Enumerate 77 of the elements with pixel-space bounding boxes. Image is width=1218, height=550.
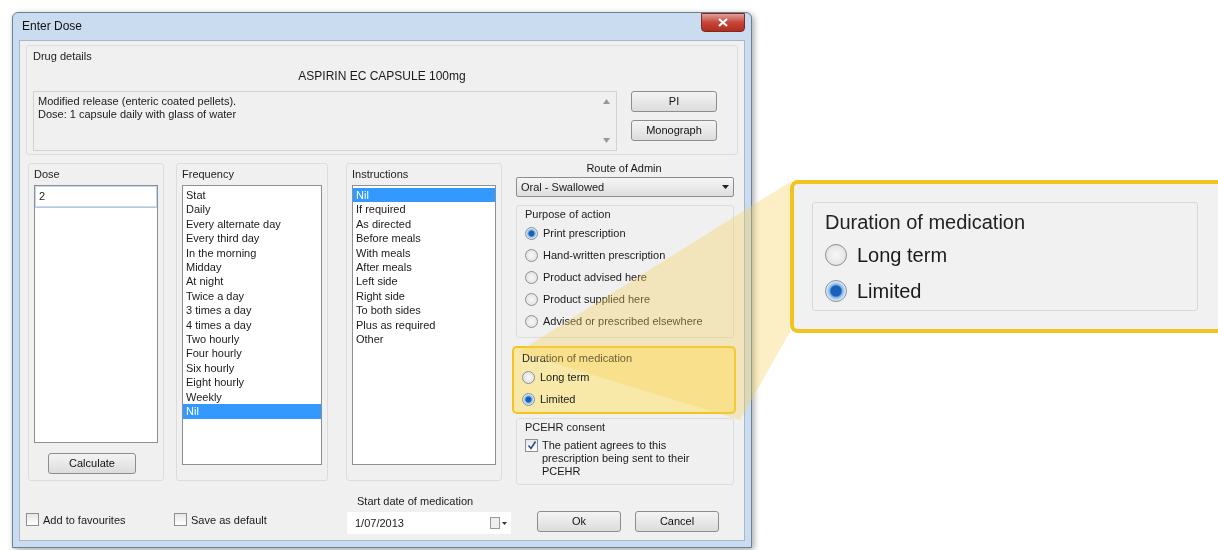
group-title: Frequency xyxy=(182,166,235,182)
list-item[interactable]: Before meals xyxy=(353,231,495,246)
date-field[interactable]: 1/07/2013 xyxy=(347,512,511,534)
field-label: Start date of medication xyxy=(357,493,475,509)
close-icon xyxy=(717,16,729,28)
radio-button[interactable] xyxy=(522,392,535,406)
scroll-up-icon xyxy=(602,99,610,104)
group-title: Dose xyxy=(34,166,61,182)
radio-label: Limited xyxy=(857,279,922,304)
radio-label: Product advised here xyxy=(543,270,647,286)
list-item[interactable]: After meals xyxy=(353,260,495,275)
group-title: Drug details xyxy=(33,48,93,64)
checkbox[interactable] xyxy=(525,438,538,452)
checkbox-label: Save as default xyxy=(191,512,267,528)
list-item[interactable]: As directed xyxy=(353,216,495,232)
group-title: PCEHR consent xyxy=(525,420,607,435)
radio-button[interactable] xyxy=(522,370,535,384)
field-label: Route of Admin xyxy=(585,160,663,176)
radio-label: Long term xyxy=(857,243,948,268)
radio-button[interactable] xyxy=(525,271,538,284)
list-item[interactable]: Weekly xyxy=(183,389,321,405)
list-item[interactable]: If required xyxy=(353,202,495,217)
checkbox-label: Add to favourites xyxy=(43,512,126,528)
radio-label: Advised or prescribed elsewhere xyxy=(543,314,703,330)
radio-button[interactable] xyxy=(525,293,538,306)
list-item[interactable]: To both sides xyxy=(353,303,495,318)
list-item[interactable]: Daily xyxy=(183,202,321,217)
list-item[interactable]: With meals xyxy=(353,245,495,261)
list-item[interactable]: Right side xyxy=(353,288,495,304)
list-item[interactable]: Two hourly xyxy=(183,332,321,347)
list-item[interactable]: Stat xyxy=(183,188,321,203)
calculate-button[interactable]: Calculate xyxy=(48,453,136,474)
list-item[interactable]: Every third day xyxy=(183,231,321,246)
list-item[interactable]: Eight hourly xyxy=(183,375,321,390)
checkbox[interactable] xyxy=(26,513,39,527)
radio-button[interactable] xyxy=(525,227,538,240)
drug-name: ASPIRIN EC CAPSULE 100mg xyxy=(297,68,467,85)
close-button[interactable] xyxy=(701,12,745,32)
calendar-icon xyxy=(490,517,507,529)
dose-field[interactable]: 2 xyxy=(34,185,158,443)
radio-button[interactable] xyxy=(525,315,538,328)
description-line: Dose: 1 capsule daily with glass of water xyxy=(38,108,238,121)
radio-button[interactable] xyxy=(825,244,847,266)
list-item[interactable]: Four hourly xyxy=(183,346,321,361)
group-title: Purpose of action xyxy=(525,207,612,222)
radio-label: Print prescription xyxy=(543,226,626,242)
caret-icon xyxy=(722,185,729,189)
radio-label: Product supplied here xyxy=(543,292,650,308)
list-item[interactable]: 3 times a day xyxy=(183,303,321,318)
list-item[interactable]: Midday xyxy=(183,260,321,275)
list-item[interactable]: Plus as required xyxy=(353,317,495,333)
list-item[interactable]: Left side xyxy=(353,274,495,289)
radio-button[interactable] xyxy=(525,249,538,262)
dialog-button[interactable]: Monograph xyxy=(631,120,717,141)
radio-button[interactable] xyxy=(825,280,847,302)
description-line: Modified release (enteric coated pellets). xyxy=(38,95,238,108)
checkbox[interactable] xyxy=(174,513,187,527)
dialog-button[interactable]: Cancel xyxy=(635,511,719,532)
route-dropdown[interactable]: Oral - Swallowed xyxy=(516,177,734,197)
list-item[interactable]: Other xyxy=(353,332,495,347)
list-item[interactable]: In the morning xyxy=(183,245,321,261)
group-title: Duration of medication xyxy=(825,210,1027,235)
checkbox-label: The patient agrees to this prescription being sent to their PCEHR xyxy=(542,438,691,478)
list-item[interactable]: Twice a day xyxy=(183,288,321,304)
group-title: Instructions xyxy=(352,166,410,182)
radio-label: Long term xyxy=(540,369,590,385)
group-title: Duration of medication xyxy=(522,350,634,366)
list-item[interactable]: Every alternate day xyxy=(183,216,321,232)
list-item[interactable]: 4 times a day xyxy=(183,317,321,333)
list-item[interactable]: At night xyxy=(183,274,321,289)
scroll-down-icon xyxy=(602,138,610,143)
radio-label: Hand-written prescription xyxy=(543,248,666,264)
window-title: Enter Dose xyxy=(22,18,83,36)
list-item[interactable]: Six hourly xyxy=(183,360,321,376)
dialog-button[interactable]: Ok xyxy=(537,511,621,532)
radio-label: Limited xyxy=(540,391,576,407)
dialog-button[interactable]: PI xyxy=(631,91,717,112)
